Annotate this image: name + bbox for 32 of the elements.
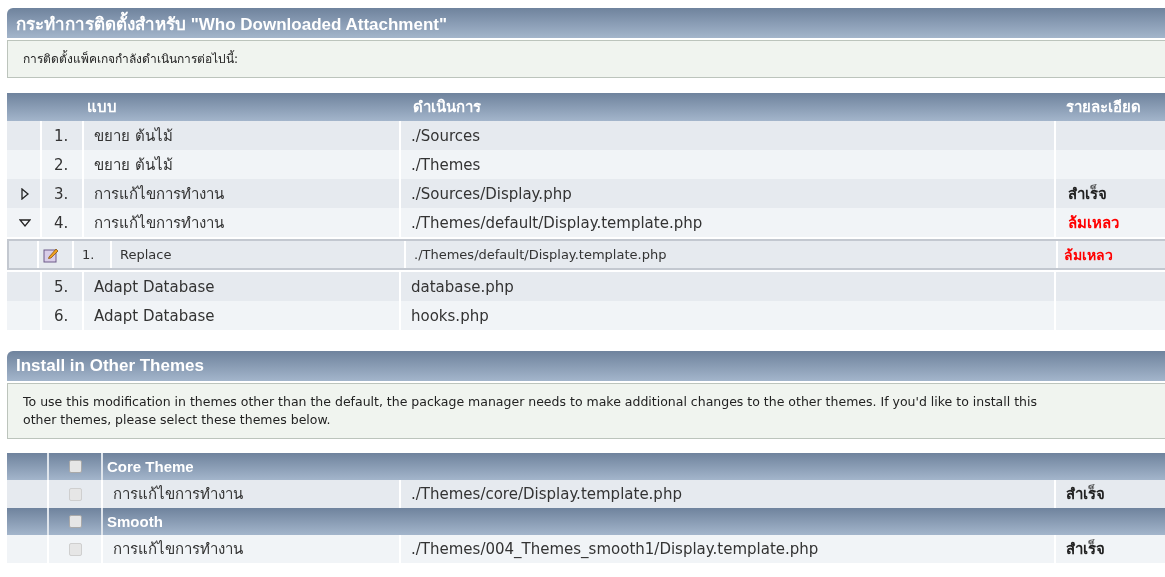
result-status: ล้มเหลว (1068, 212, 1119, 234)
table-cell: Replace (112, 241, 406, 268)
info-text: To use this modification in themes other than the default, the package manager needs to make additional changes to the other themes. If you'd like to install this other themes, please select these themes below. (7, 383, 1165, 439)
row-number: 6. (42, 301, 84, 330)
table-cell: ./Themes/default/Display.template.php (401, 208, 1056, 237)
checkbox[interactable] (68, 542, 82, 556)
edit-note-icon (43, 246, 59, 263)
column-header: รายละเอียด (1065, 97, 1142, 117)
caret-down-icon[interactable] (19, 216, 31, 229)
result-status: สำเร็จ (1068, 183, 1107, 205)
table-cell: ./Themes/default/Display.template.php (406, 241, 1058, 268)
checkbox[interactable] (68, 460, 82, 473)
table-cell: การแก้ไขการทำงาน (84, 208, 401, 237)
section-title: กระทำการติดตั้งสำหรับ "Who Downloaded Attachment" (7, 8, 1165, 38)
table-cell: hooks.php (401, 301, 1056, 330)
row-number: 4. (42, 208, 84, 237)
info-text: การติดตั้งแพ็คเกจกำลังดำเนินการต่อไปนี้: (7, 40, 1165, 78)
theme-name: Smooth (106, 513, 164, 530)
caret-right-icon[interactable] (19, 187, 31, 200)
column-header: แบบ (86, 97, 118, 117)
row-number: 1. (74, 241, 112, 268)
column-header: ดำเนินการ (412, 97, 482, 117)
result-status: สำเร็จ (1066, 483, 1105, 505)
table-cell: Adapt Database (84, 301, 401, 330)
theme-name: Core Theme (106, 458, 195, 475)
table-cell: การแก้ไขการทำงาน (103, 535, 401, 563)
table-cell: ./Themes/004_Themes_smooth1/Display.template.php (401, 535, 1056, 563)
result-status: สำเร็จ (1066, 538, 1105, 560)
result-status: ล้มเหลว (1064, 245, 1113, 265)
checkbox[interactable] (68, 487, 82, 501)
checkbox[interactable] (68, 515, 82, 528)
section-title: Install in Other Themes (7, 351, 1165, 381)
